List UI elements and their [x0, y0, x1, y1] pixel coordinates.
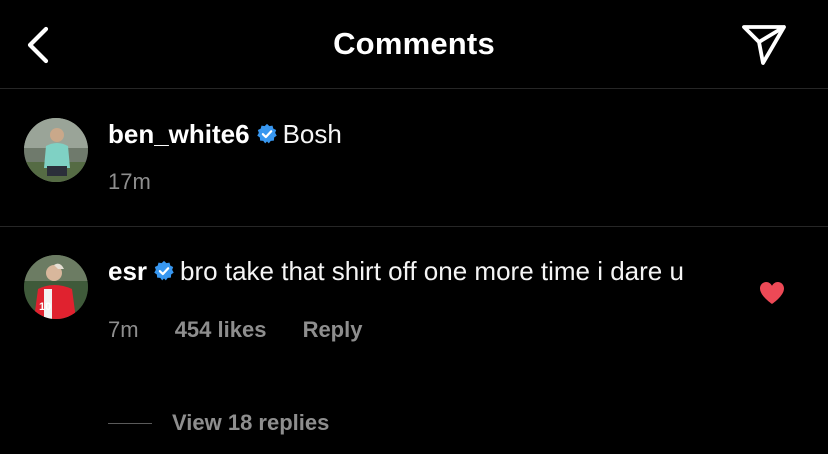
avatar-photo [24, 118, 88, 182]
header: Comments [0, 0, 828, 88]
comment-meta: 17m [108, 169, 748, 195]
comment-meta: 7m 454 likes Reply [108, 317, 748, 343]
comments-screen: Comments ben_white6 Bosh 17m 10 esr bro … [0, 0, 828, 454]
reply-button[interactable]: Reply [303, 317, 363, 342]
comment-text: bro take that shirt off one more time i … [180, 256, 684, 286]
heart-filled-icon [760, 282, 784, 304]
paper-plane-icon [742, 25, 786, 65]
username[interactable]: ben_white6 [108, 119, 250, 149]
verified-badge-icon [256, 123, 277, 144]
page-title: Comments [333, 26, 495, 61]
share-button[interactable] [740, 22, 788, 66]
avatar[interactable]: 10 [24, 255, 88, 319]
avatar-photo: 10 [24, 255, 88, 319]
comment-time: 7m [108, 317, 139, 342]
likes-count[interactable]: 454 likes [175, 317, 267, 342]
comment-item: ben_white6 Bosh 17m [0, 88, 828, 226]
comment-text: Bosh [282, 119, 342, 149]
comment-body: esr bro take that shirt off one more time… [108, 255, 748, 343]
username[interactable]: esr [108, 256, 147, 286]
replies-line [108, 422, 152, 424]
view-replies-label: View 18 replies [172, 410, 330, 435]
comment-text-row: esr bro take that shirt off one more time… [108, 255, 748, 287]
comment-body: ben_white6 Bosh 17m [108, 118, 748, 195]
view-replies-button[interactable]: View 18 replies [108, 408, 329, 438]
comment-time: 17m [108, 169, 151, 194]
avatar[interactable] [24, 118, 88, 182]
verified-badge-icon [154, 260, 174, 281]
svg-text:10: 10 [39, 301, 51, 313]
like-button[interactable] [758, 280, 786, 306]
comment-text-row: ben_white6 Bosh [108, 118, 748, 150]
